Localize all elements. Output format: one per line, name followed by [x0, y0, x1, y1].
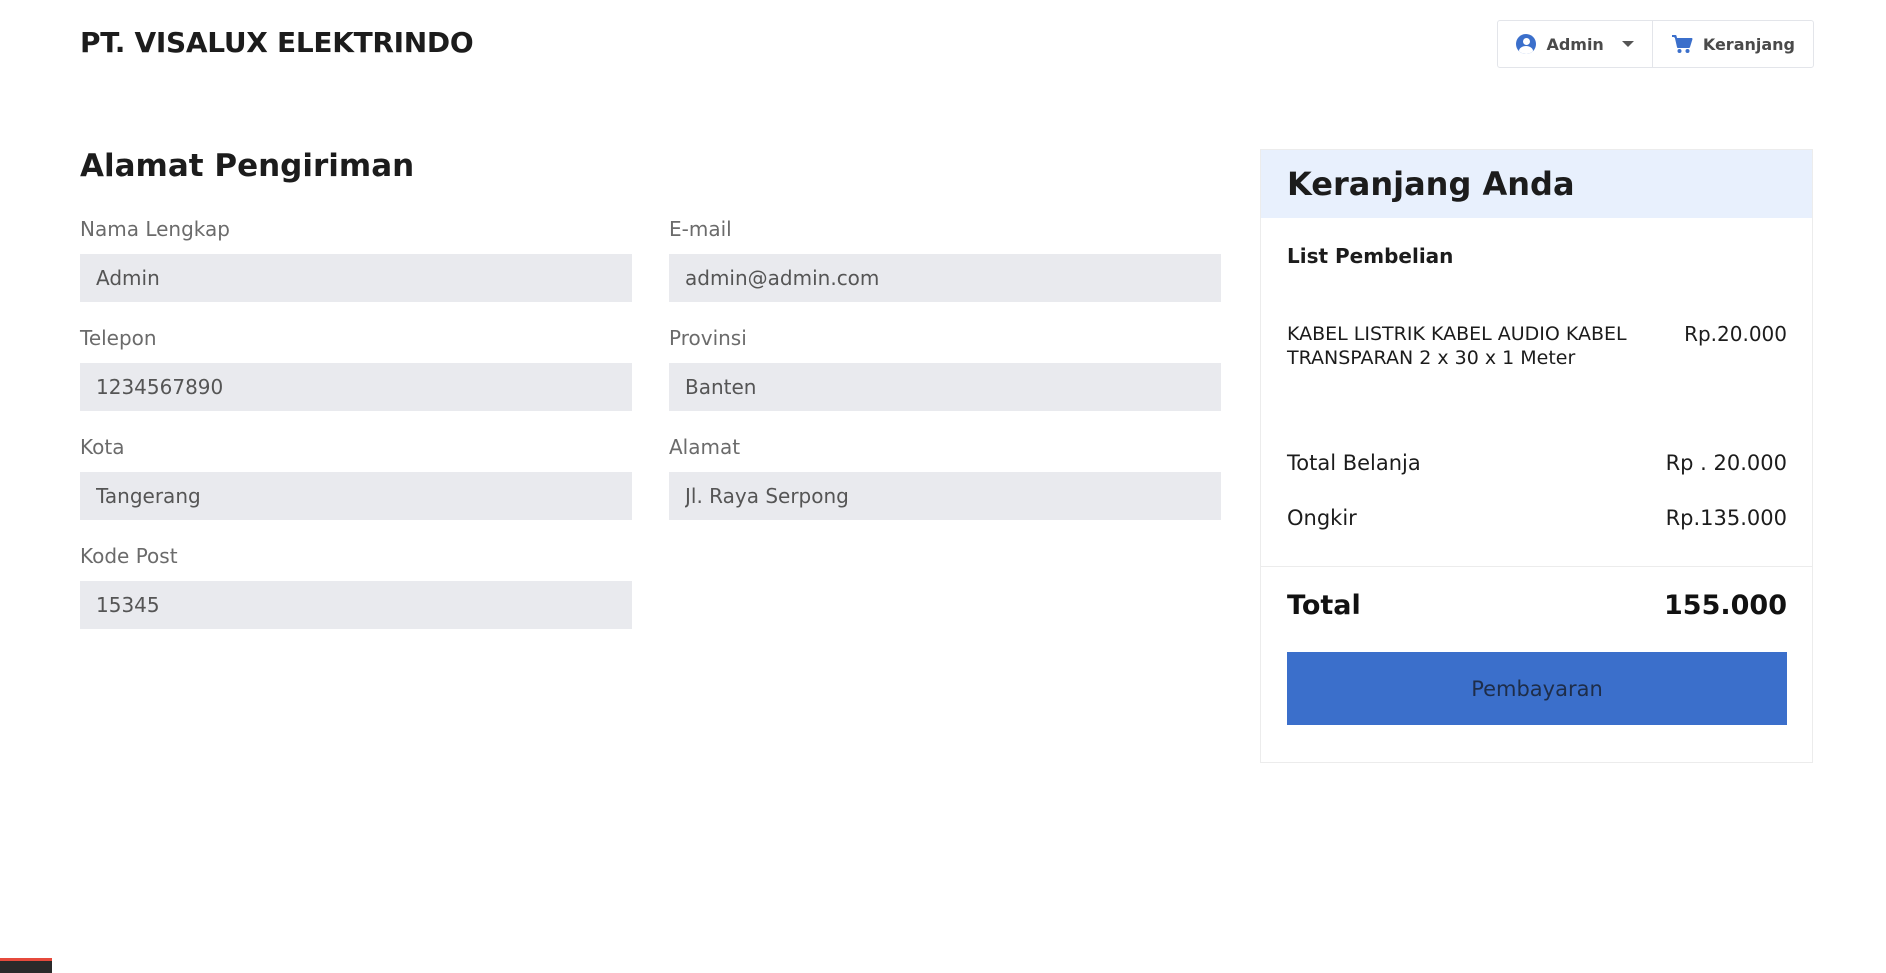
address-input[interactable] — [669, 472, 1221, 520]
phone-label: Telepon — [80, 326, 157, 350]
cart-summary-card: Keranjang Anda List Pembelian KABEL LIST… — [1260, 149, 1813, 763]
user-menu-label: Admin — [1546, 34, 1604, 54]
cart-summary-body: List Pembelian KABEL LISTRIK KABEL AUDIO… — [1261, 218, 1812, 762]
city-field: Kota — [80, 434, 632, 520]
subtotal-value: Rp . 20.000 — [1665, 451, 1787, 475]
cart-button[interactable]: Keranjang — [1651, 21, 1813, 67]
top-nav: Admin Keranjang — [1497, 20, 1814, 68]
shipping-cost-value: Rp.135.000 — [1665, 506, 1787, 530]
cart-item-name: KABEL LISTRIK KABEL AUDIO KABEL TRANSPAR… — [1287, 323, 1627, 369]
shipping-cost-row: Ongkir Rp.135.000 — [1287, 506, 1787, 530]
subtotal-label: Total Belanja — [1287, 451, 1421, 475]
province-input[interactable] — [669, 363, 1221, 411]
total-row: Total 155.000 — [1287, 590, 1787, 621]
city-label: Kota — [80, 435, 125, 459]
subtotal-row: Total Belanja Rp . 20.000 — [1287, 451, 1787, 475]
total-label: Total — [1287, 590, 1361, 621]
province-field: Provinsi — [669, 325, 1221, 411]
summary-divider — [1261, 566, 1812, 567]
shipping-section-title: Alamat Pengiriman — [80, 148, 415, 184]
cart-summary-title: Keranjang Anda — [1261, 150, 1812, 218]
purchase-list-title: List Pembelian — [1287, 244, 1454, 268]
email-label: E-mail — [669, 217, 732, 241]
full-name-input[interactable] — [80, 254, 632, 302]
address-label: Alamat — [669, 435, 741, 459]
phone-input[interactable] — [80, 363, 632, 411]
postal-code-label: Kode Post — [80, 544, 178, 568]
user-icon — [1516, 34, 1537, 54]
address-field: Alamat — [669, 434, 1221, 520]
shipping-cost-label: Ongkir — [1287, 506, 1357, 530]
cart-item-price: Rp.20.000 — [1684, 322, 1787, 346]
email-field: E-mail — [669, 216, 1221, 302]
city-input[interactable] — [80, 472, 632, 520]
cart-icon — [1671, 34, 1693, 54]
phone-field: Telepon — [80, 325, 632, 411]
brand-title: PT. VISALUX ELEKTRINDO — [80, 26, 474, 59]
postal-code-field: Kode Post — [80, 543, 632, 629]
province-label: Provinsi — [669, 326, 747, 350]
chevron-down-icon — [1621, 41, 1634, 47]
payment-button[interactable]: Pembayaran — [1287, 652, 1787, 725]
debug-toolbar-icon[interactable] — [0, 958, 52, 973]
cart-button-label: Keranjang — [1702, 34, 1795, 54]
email-input[interactable] — [669, 254, 1221, 302]
full-name-label: Nama Lengkap — [80, 217, 230, 241]
total-value: 155.000 — [1664, 590, 1787, 621]
postal-code-input[interactable] — [80, 581, 632, 629]
full-name-field: Nama Lengkap — [80, 216, 632, 302]
user-menu-button[interactable]: Admin — [1498, 21, 1651, 67]
